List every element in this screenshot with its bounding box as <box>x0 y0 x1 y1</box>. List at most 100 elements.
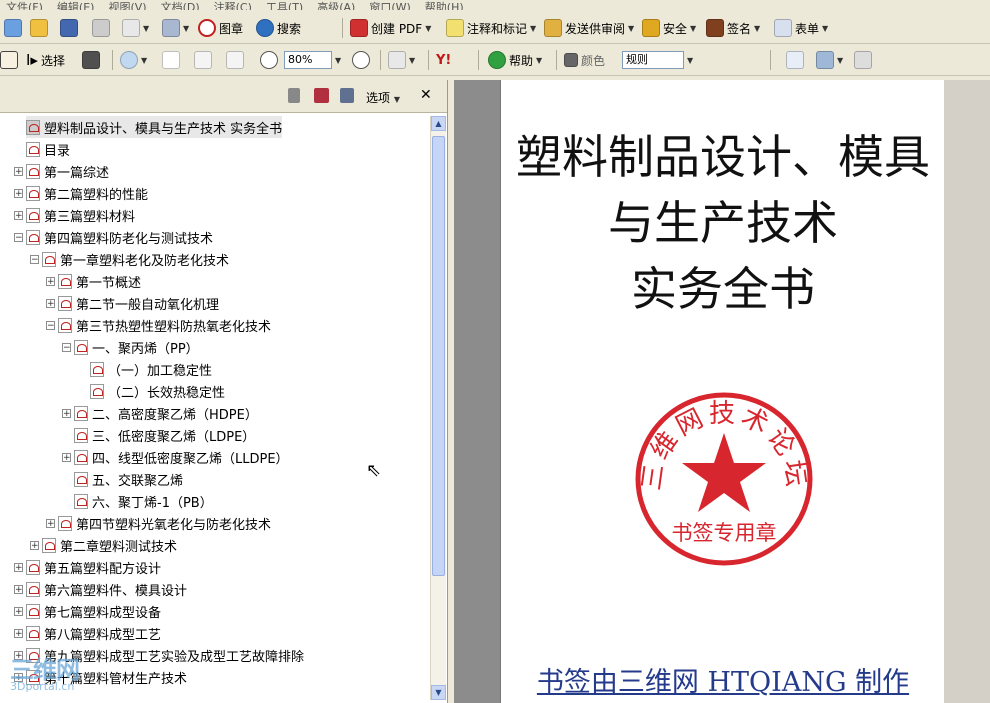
copy-button[interactable] <box>854 48 872 72</box>
comment-button[interactable]: 注释和标记 ▼ <box>446 16 536 40</box>
expand-toggle[interactable]: + <box>46 276 55 286</box>
bookmark-item[interactable]: （一）加工稳定性 <box>78 358 212 380</box>
search-icon <box>256 19 274 37</box>
expand-toggle[interactable]: + <box>46 518 55 528</box>
expand-toggle[interactable]: + <box>14 562 23 572</box>
bookmark-item[interactable]: − 第三节热塑性塑料防热氧老化技术 <box>46 314 271 336</box>
expand-toggle[interactable]: + <box>46 298 55 308</box>
save-button[interactable] <box>60 16 78 40</box>
security-button[interactable]: 安全 ▼ <box>642 16 696 40</box>
bookmark-item[interactable]: − 第四篇塑料防老化与测试技术 <box>14 226 213 248</box>
zoom-in-button[interactable] <box>352 48 370 72</box>
close-icon[interactable]: ✕ <box>420 87 432 103</box>
attach-button[interactable]: ▼ <box>162 16 189 40</box>
print-button[interactable] <box>92 16 110 40</box>
forms-button[interactable]: 表单 ▼ <box>774 16 828 40</box>
expand-bookmark-icon[interactable] <box>340 88 354 103</box>
bookmark-item[interactable]: + 第一节概述 <box>46 270 141 292</box>
yahoo-button[interactable]: Y! <box>436 48 451 72</box>
scroll-thumb[interactable] <box>432 136 445 576</box>
menu-window[interactable]: 窗口(W) <box>369 1 410 10</box>
zoom-field[interactable]: 80% ▼ <box>284 48 341 72</box>
organizer-button[interactable] <box>30 16 48 40</box>
scroll-down-icon[interactable]: ▼ <box>431 685 446 700</box>
expand-toggle[interactable]: + <box>14 606 23 616</box>
menu-help[interactable]: 帮助(H) <box>425 1 464 10</box>
bookmark-item[interactable]: + 第五篇塑料配方设计 <box>14 556 161 578</box>
bookmark-item[interactable]: + 第三篇塑料材料 <box>14 204 135 226</box>
bookmark-icon <box>74 405 88 421</box>
actual-size-button[interactable] <box>162 48 180 72</box>
collapse-toggle[interactable]: − <box>30 254 39 264</box>
bookmarks-scrollbar[interactable]: ▲ ▼ <box>430 116 446 700</box>
undo-button[interactable]: ▼ <box>816 48 843 72</box>
zoom-in-tool-button[interactable]: ▼ <box>120 48 147 72</box>
bookmark-root[interactable]: 塑料制品设计、模具与生产技术 实务全书 <box>26 116 283 138</box>
menu-document[interactable]: 文档(D) <box>161 1 200 10</box>
sign-button[interactable]: 签名 ▼ <box>706 16 760 40</box>
bookmark-item[interactable]: + 第六篇塑料件、模具设计 <box>14 578 187 600</box>
search-button[interactable]: 搜索 <box>256 16 301 40</box>
snapshot-button[interactable] <box>82 48 100 72</box>
bookmark-item[interactable]: + 第二章塑料测试技术 <box>30 534 177 556</box>
page-footer-link[interactable]: 书签由三维网 HTQIANG 制作 <box>501 660 945 699</box>
bookmark-item[interactable]: + 第七篇塑料成型设备 <box>14 600 161 622</box>
bookmark-item[interactable]: + 第一篇综述 <box>14 160 109 182</box>
rule-input[interactable]: 规则 <box>622 51 684 69</box>
bookmark-item[interactable]: + 二、高密度聚乙烯（HDPE） <box>62 402 258 424</box>
rotate-button[interactable]: ▼ <box>388 48 415 72</box>
menu-file[interactable]: 文件(F) <box>6 1 43 10</box>
bookmark-item[interactable]: + 第八篇塑料成型工艺 <box>14 622 161 644</box>
menu-edit[interactable]: 编辑(E) <box>57 1 95 10</box>
expand-toggle[interactable]: + <box>14 584 23 594</box>
chevron-down-icon[interactable]: ▼ <box>335 56 341 65</box>
expand-toggle[interactable]: + <box>14 188 23 198</box>
collapse-toggle[interactable]: − <box>46 320 55 330</box>
scroll-up-icon[interactable]: ▲ <box>431 116 446 131</box>
expand-toggle[interactable]: + <box>62 408 71 418</box>
expand-toggle[interactable]: + <box>30 540 39 550</box>
menu-advanced[interactable]: 高级(A) <box>317 1 355 10</box>
select-tool-button[interactable]: I▸ 选择 <box>26 48 65 72</box>
bookmark-item[interactable]: + 第二篇塑料的性能 <box>14 182 148 204</box>
expand-toggle[interactable]: + <box>62 452 71 462</box>
bookmark-item[interactable]: 六、聚丁烯-1（PB） <box>62 490 213 512</box>
zoom-input[interactable]: 80% <box>284 51 332 69</box>
color-control[interactable]: 颜色 <box>564 48 605 72</box>
rule-select[interactable]: 规则 ▼ <box>622 48 693 72</box>
fit-page-button[interactable] <box>194 48 212 72</box>
options-menu[interactable]: 选项 ▼ <box>366 89 400 106</box>
bookmark-label: 目录 <box>44 143 71 159</box>
bookmark-item[interactable]: − 一、聚丙烯（PP） <box>62 336 199 358</box>
new-bookmark-icon[interactable] <box>314 88 329 103</box>
menu-view[interactable]: 视图(V) <box>108 1 146 10</box>
bookmark-item[interactable]: + 第二节一般自动氧化机理 <box>46 292 219 314</box>
help-button[interactable]: 帮助 ▼ <box>488 48 542 72</box>
bookmark-item[interactable]: + 四、线型低密度聚乙烯（LLDPE） <box>62 446 289 468</box>
collapse-toggle[interactable]: − <box>62 342 71 352</box>
bookmark-item[interactable]: 五、交联聚乙烯 <box>62 468 183 490</box>
bookmark-item[interactable]: （二）长效热稳定性 <box>78 380 225 402</box>
send-review-button[interactable]: 发送供审阅 ▼ <box>544 16 634 40</box>
collapse-toggle[interactable]: − <box>14 232 23 242</box>
hand-tool-button[interactable] <box>0 48 18 72</box>
trash-icon[interactable] <box>288 88 300 103</box>
stamp-button[interactable]: 图章 <box>198 16 243 40</box>
menu-tools[interactable]: 工具(T) <box>266 1 303 10</box>
expand-toggle[interactable]: + <box>14 166 23 176</box>
bookmark-item[interactable]: 三、低密度聚乙烯（LDPE） <box>62 424 255 446</box>
expand-toggle[interactable]: + <box>14 210 23 220</box>
create-pdf-button[interactable]: 创建 PDF ▼ <box>350 16 431 40</box>
zoom-out-button[interactable] <box>260 48 278 72</box>
menu-comments[interactable]: 注释(C) <box>214 1 252 10</box>
fit-width-button[interactable] <box>226 48 244 72</box>
bookmark-item[interactable]: + 第四节塑料光氧老化与防老化技术 <box>46 512 271 534</box>
bookmark-item[interactable]: 目录 <box>26 138 70 160</box>
email-button[interactable]: ▼ <box>122 16 149 40</box>
bookmark-item[interactable]: − 第一章塑料老化及防老化技术 <box>30 248 229 270</box>
open-button[interactable] <box>4 16 22 40</box>
expand-toggle[interactable]: + <box>14 628 23 638</box>
spellcheck-button[interactable] <box>786 48 804 72</box>
fit-page-icon <box>194 51 212 69</box>
minus-circle-icon <box>260 51 278 69</box>
